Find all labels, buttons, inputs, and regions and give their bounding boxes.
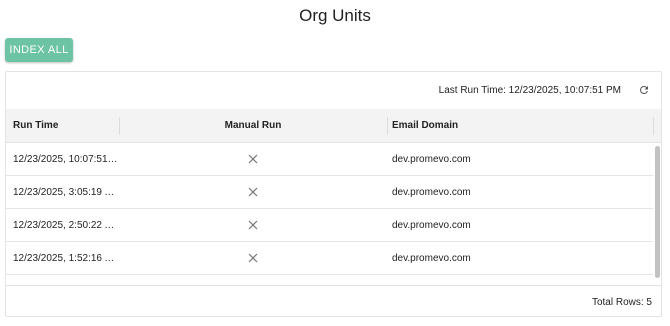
org-units-grid: Last Run Time: 12/23/2025, 10:07:51 PM R… bbox=[5, 71, 662, 317]
column-header-email-domain[interactable]: Email Domain bbox=[392, 109, 632, 142]
close-icon bbox=[120, 209, 386, 241]
cell-run-time: 12/23/2025, 10:07:51 PM bbox=[13, 153, 118, 165]
page-title: Org Units bbox=[299, 6, 371, 25]
close-icon bbox=[120, 176, 386, 208]
cell-email-domain: dev.promevo.com bbox=[392, 219, 471, 231]
total-rows: Total Rows: 5 bbox=[591, 297, 652, 308]
column-header-manual-run[interactable]: Manual Run bbox=[120, 109, 386, 142]
table-row[interactable]: 12/23/2025, 1:52:16 AM dev.promevo.com bbox=[6, 242, 653, 275]
cell-email-domain: dev.promevo.com bbox=[392, 252, 471, 264]
table-row[interactable]: 12/23/2025, 10:07:51 PM dev.promevo.com bbox=[6, 143, 653, 176]
table-header: Run Time Manual Run Email Domain bbox=[6, 109, 661, 143]
column-separator[interactable] bbox=[653, 117, 654, 135]
cell-email-domain: dev.promevo.com bbox=[392, 153, 471, 165]
cell-run-time: 12/23/2025, 2:50:22 AM bbox=[13, 219, 118, 231]
grid-toolbar: Last Run Time: 12/23/2025, 10:07:51 PM bbox=[6, 72, 661, 109]
close-icon bbox=[120, 242, 386, 274]
column-header-run-time[interactable]: Run Time bbox=[13, 109, 118, 142]
table-row[interactable]: 12/23/2025, 3:05:19 AM dev.promevo.com bbox=[6, 176, 653, 209]
grid-footer: Total Rows: 5 bbox=[6, 285, 661, 316]
vertical-scrollbar[interactable] bbox=[655, 146, 660, 278]
cell-email-domain: dev.promevo.com bbox=[392, 186, 471, 198]
table-row[interactable]: 12/23/2025, 2:50:22 AM dev.promevo.com bbox=[6, 209, 653, 242]
last-run-time: Last Run Time: 12/23/2025, 10:07:51 PM bbox=[438, 85, 621, 96]
index-all-button[interactable]: INDEX ALL bbox=[5, 38, 73, 62]
cell-run-time: 12/23/2025, 1:52:16 AM bbox=[13, 252, 118, 264]
column-separator[interactable] bbox=[387, 117, 388, 135]
refresh-icon[interactable] bbox=[636, 82, 652, 98]
table-body: 12/23/2025, 10:07:51 PM dev.promevo.com … bbox=[6, 143, 661, 285]
cell-run-time: 12/23/2025, 3:05:19 AM bbox=[13, 186, 118, 198]
close-icon bbox=[120, 143, 386, 175]
